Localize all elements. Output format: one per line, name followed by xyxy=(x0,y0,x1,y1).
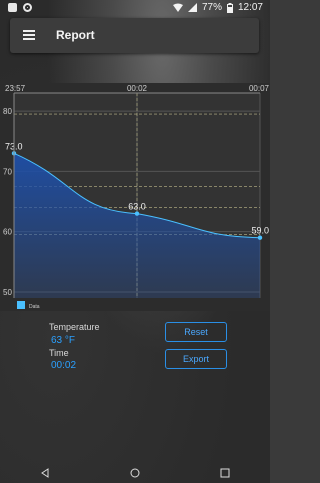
clock: 12:07 xyxy=(237,2,263,13)
y-tick-label: 60 xyxy=(3,228,12,237)
legend-swatch xyxy=(17,301,25,309)
x-tick-label: 00:02 xyxy=(127,84,148,93)
data-point xyxy=(257,235,263,240)
sync-icon xyxy=(23,3,32,12)
reset-button[interactable]: Reset xyxy=(165,322,227,342)
recents-icon[interactable] xyxy=(220,465,230,483)
data-label: 59.0 xyxy=(251,226,269,236)
page-title: Report xyxy=(56,28,95,42)
temperature-label: Temperature xyxy=(49,322,100,332)
back-icon[interactable] xyxy=(40,465,50,483)
menu-icon[interactable] xyxy=(23,30,35,40)
signal-icon xyxy=(187,3,197,12)
export-button[interactable]: Export xyxy=(165,349,227,369)
y-tick-label: 70 xyxy=(3,167,12,176)
y-tick-label: 80 xyxy=(3,107,12,116)
y-tick-label: 50 xyxy=(3,288,12,297)
app-bar: Report xyxy=(10,18,259,53)
home-icon[interactable] xyxy=(130,465,140,483)
x-tick-label: 23:57 xyxy=(5,84,26,93)
navigation-bar xyxy=(0,465,270,483)
line-chart: 73.063.059.05060708023:5700:0200:07Data xyxy=(3,84,270,310)
data-point xyxy=(134,211,140,216)
x-tick-label: 00:07 xyxy=(249,84,270,93)
battery-percent: 77% xyxy=(201,2,222,13)
legend-label: Data xyxy=(29,304,40,310)
notification-icon xyxy=(8,3,17,12)
wifi-icon xyxy=(172,3,183,12)
data-label: 63.0 xyxy=(128,202,146,212)
time-value: 00:02 xyxy=(51,360,77,371)
temperature-value: 63 °F xyxy=(51,335,76,346)
chart-panel: 73.063.059.05060708023:5700:0200:07Data xyxy=(0,83,270,311)
status-bar: 77% 12:07 xyxy=(0,0,270,17)
time-label: Time xyxy=(49,348,69,358)
battery-icon xyxy=(226,2,233,13)
